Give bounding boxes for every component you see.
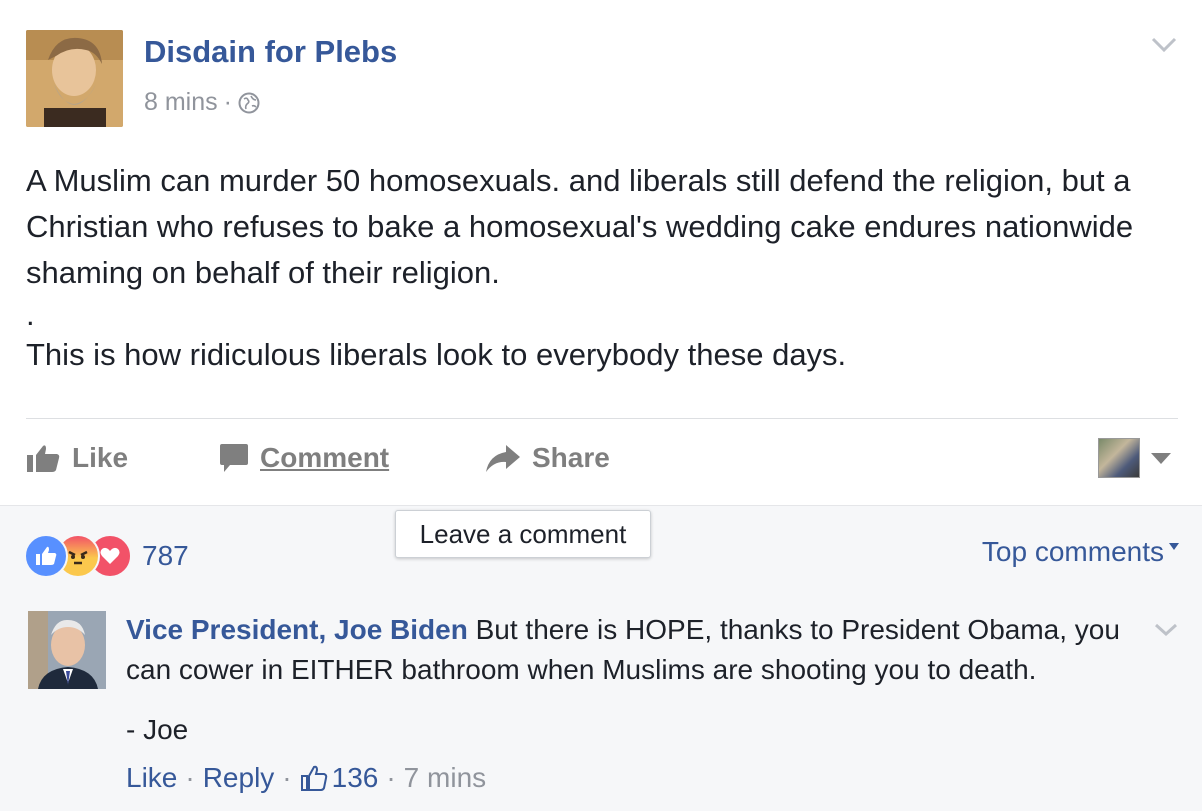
comment-like-link[interactable]: Like [126,762,177,794]
comment-button[interactable]: Comment [218,430,389,486]
post-timestamp[interactable]: 8 mins [144,88,218,117]
post-body: A Muslim can murder 50 homosexuals. and … [26,158,1186,378]
thumbs-up-outline-icon [300,765,327,791]
comment-label: Comment [260,442,390,473]
page-avatar[interactable] [26,30,123,127]
comment-reply-link[interactable]: Reply [203,762,275,794]
comment-signature: - Joe [126,714,189,745]
thumbs-up-icon [27,445,60,472]
post-paragraph: A Muslim can murder 50 homosexuals. and … [26,163,1134,290]
like-button[interactable]: Like [26,430,128,486]
comments-section: 787 Leave a comment Top comments Vice Pr… [0,505,1202,811]
post-card: Disdain for Plebs 8 mins · A Muslim can … [0,0,1202,505]
comment-timestamp[interactable]: 7 mins [404,762,486,794]
meta-separator: · [223,88,232,116]
caret-down-icon [1151,453,1171,464]
like-label: Like [72,442,129,473]
comment-tooltip: Leave a comment [395,510,651,558]
separator: · [386,762,396,793]
share-as-selector[interactable] [1098,430,1172,486]
post-paragraph: This is how ridiculous liberals look to … [26,337,847,372]
avatar-portrait-image [26,30,123,127]
post-options-chevron-icon[interactable] [1150,36,1178,54]
page-name-link[interactable]: Disdain for Plebs [144,34,397,70]
top-comments-label: Top comments [981,536,1164,567]
share-arrow-icon [486,445,520,472]
separator: · [185,762,195,793]
post-actions-bar: Like Comment Share [26,430,1178,486]
comment-actions: Like · Reply · 136 · 7 mins [126,762,486,794]
separator: · [282,762,292,793]
globe-icon [238,92,260,113]
comment-options-chevron-icon[interactable] [1153,622,1179,638]
reactions-summary[interactable]: 787 [24,534,189,578]
caret-down-icon [1169,543,1179,550]
like-reaction-icon [24,534,68,578]
post-meta: 8 mins · [144,88,260,117]
comment-author-link[interactable]: Vice President, Joe Biden [126,614,468,645]
commenter-portrait-image [28,611,106,689]
share-label: Share [532,442,610,473]
divider [26,418,1178,419]
reactions-count[interactable]: 787 [142,540,189,572]
comment-body: Vice President, Joe Biden But there is H… [126,610,1156,690]
top-comments-dropdown[interactable]: Top comments [982,536,1180,568]
comment-likes-count: 136 [331,762,379,793]
comment-bubble-icon [220,444,248,472]
share-button[interactable]: Share [484,430,610,486]
comment-likes[interactable]: 136 [300,762,379,794]
share-as-avatar [1098,438,1140,478]
commenter-avatar[interactable] [28,611,106,689]
